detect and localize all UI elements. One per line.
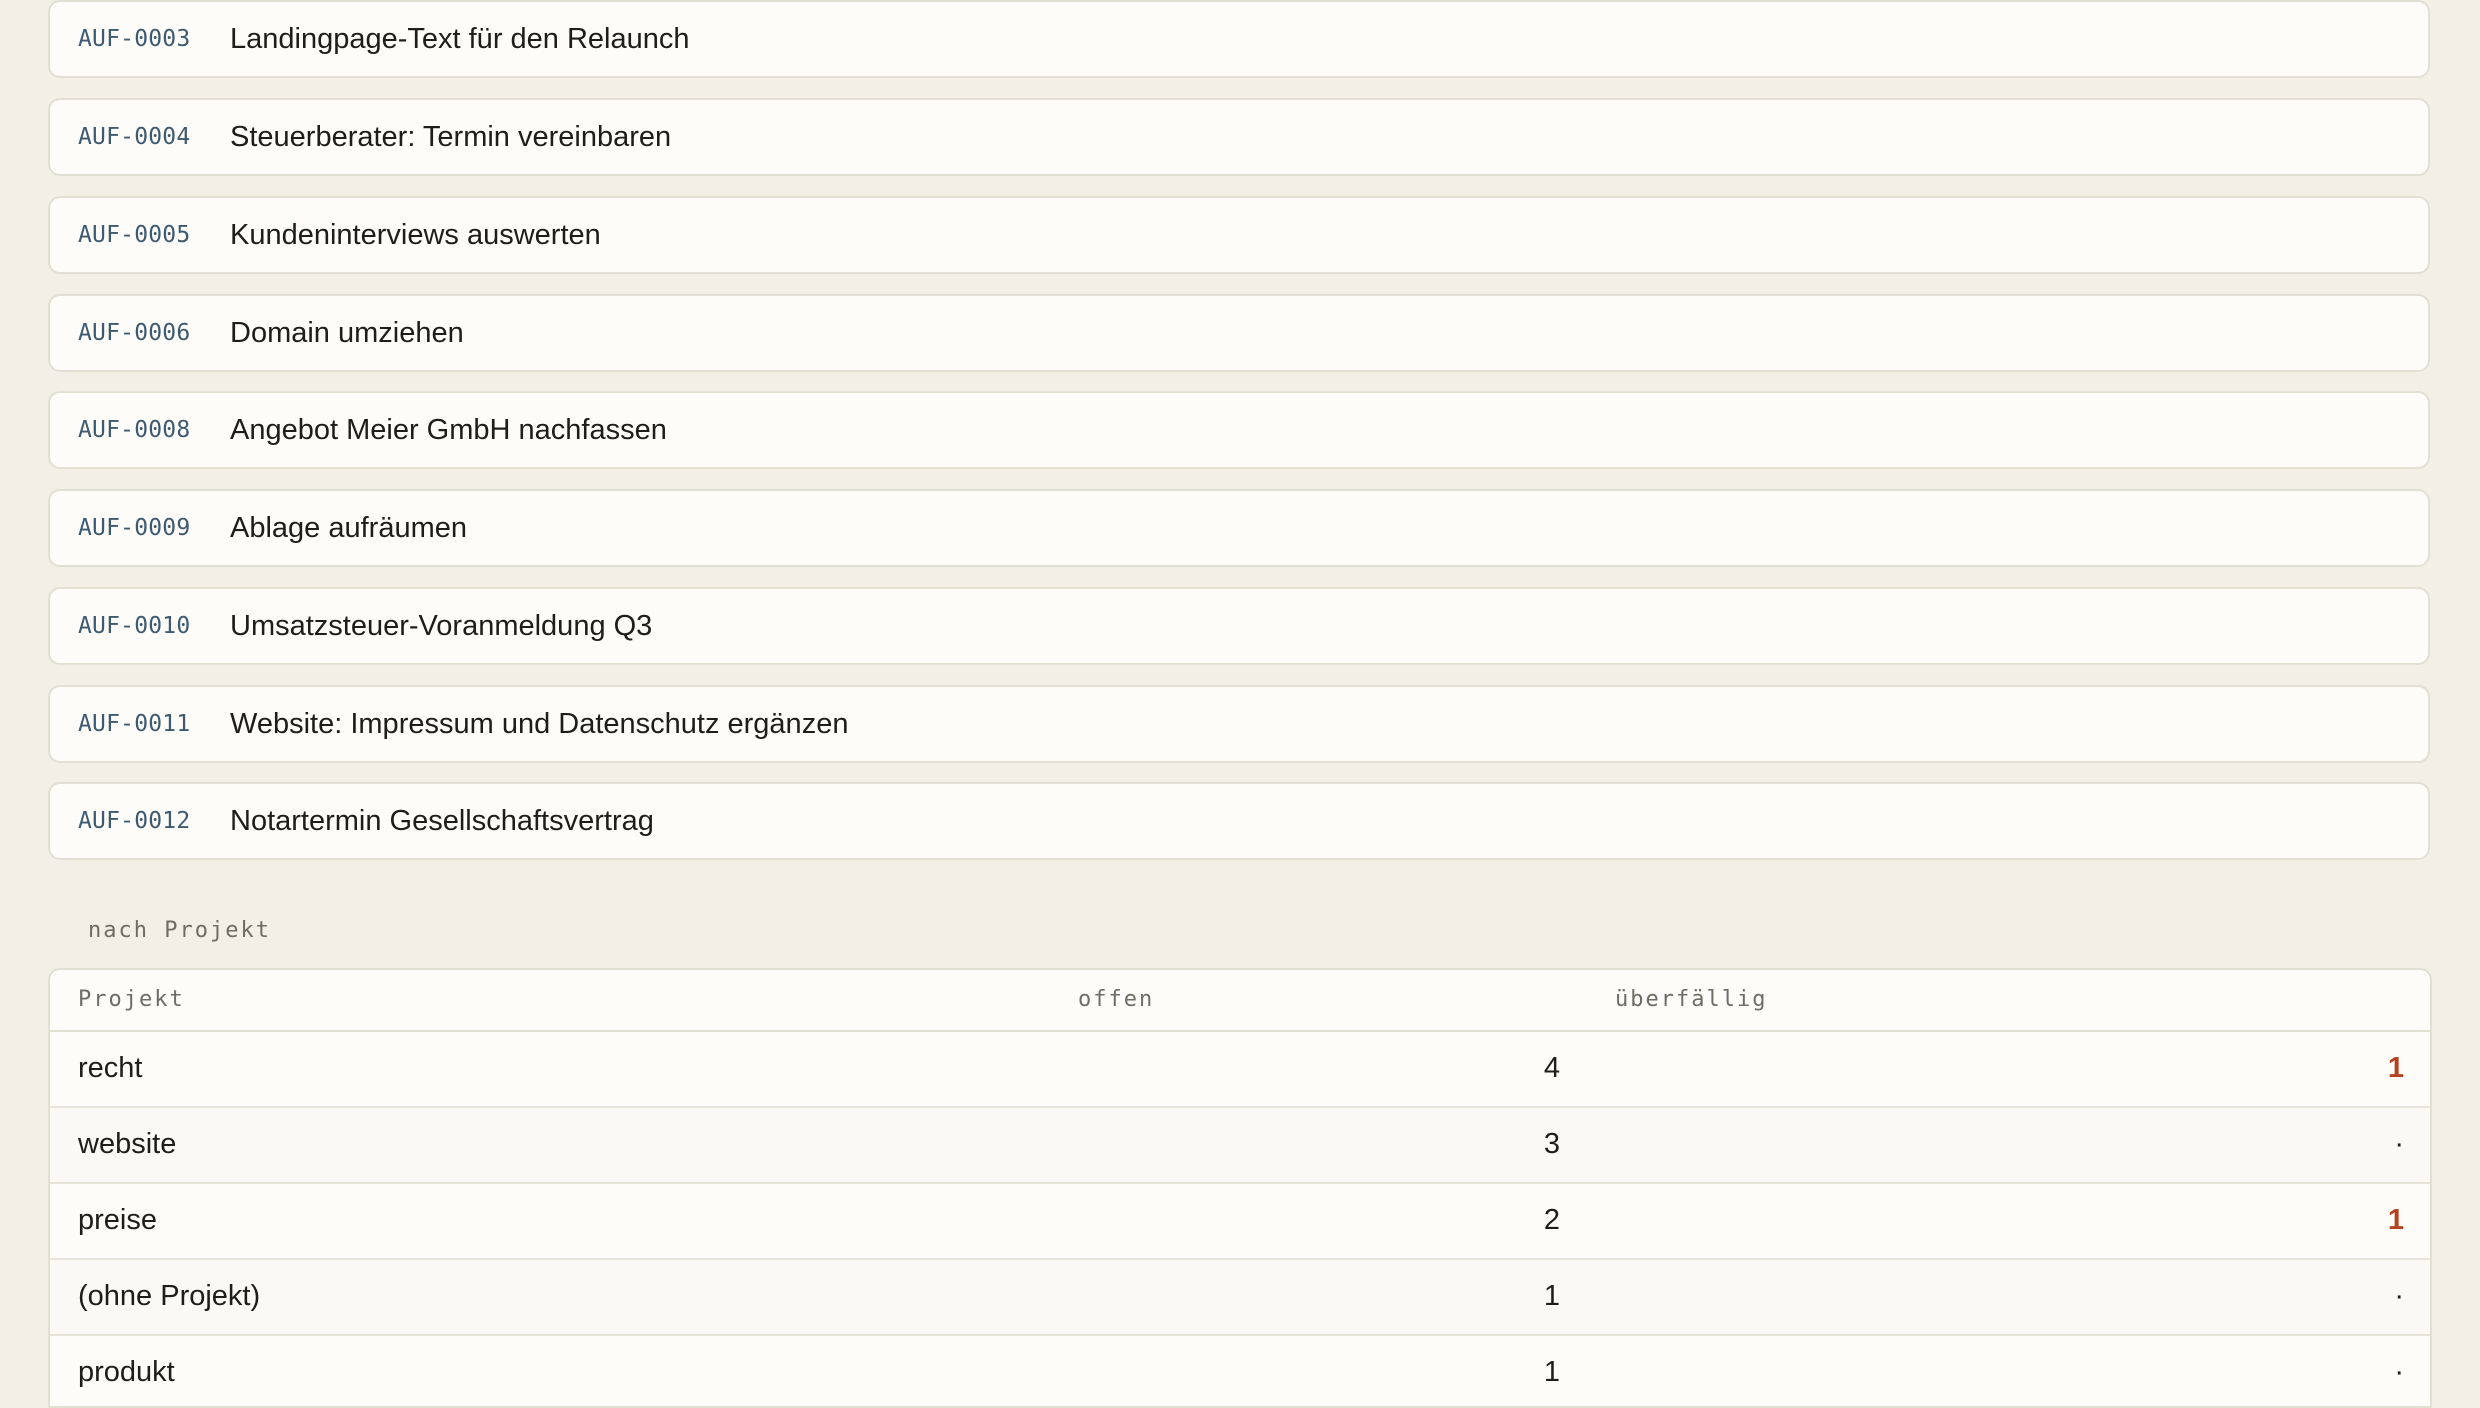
open-count: 1	[1543, 1280, 1560, 1312]
task-title: Kundeninterviews auswerten	[230, 218, 601, 251]
table-row[interactable]: produkt 1 ·	[50, 1336, 2430, 1406]
task-row[interactable]: AUF-0012 Notartermin Gesellschaftsvertra…	[48, 782, 2430, 860]
task-row[interactable]: AUF-0004 Steuerberater: Termin vereinbar…	[48, 98, 2430, 176]
table-row[interactable]: (ohne Projekt) 1 ·	[50, 1260, 2430, 1336]
overdue-count: ·	[2394, 1280, 2404, 1312]
overdue-count: 1	[2387, 1204, 2404, 1236]
table-row[interactable]: recht 4 1	[50, 1032, 2430, 1108]
task-title: Umsatzsteuer-Voranmeldung Q3	[230, 609, 653, 642]
task-title: Ablage aufräumen	[230, 511, 467, 544]
task-id: AUF-0005	[78, 222, 191, 248]
task-row[interactable]: AUF-0010 Umsatzsteuer-Voranmeldung Q3	[48, 587, 2430, 665]
project-name: website	[78, 1128, 177, 1160]
task-id: AUF-0008	[78, 417, 191, 443]
table-header: Projekt offen überfällig	[50, 970, 2430, 1032]
project-name: recht	[78, 1052, 143, 1084]
task-id: AUF-0006	[78, 320, 191, 346]
task-id: AUF-0011	[78, 711, 191, 737]
task-title: Notartermin Gesellschaftsvertrag	[230, 804, 654, 837]
header-overdue: überfällig	[1615, 987, 1768, 1012]
open-count: 3	[1543, 1128, 1560, 1160]
open-count: 4	[1543, 1052, 1560, 1084]
open-count: 1	[1543, 1356, 1560, 1388]
task-title: Angebot Meier GmbH nachfassen	[230, 413, 667, 446]
task-row[interactable]: AUF-0005 Kundeninterviews auswerten	[48, 196, 2430, 274]
task-id: AUF-0009	[78, 515, 191, 541]
section-label-by-project: nach Projekt	[88, 918, 271, 943]
table-row[interactable]: preise 2 1	[50, 1184, 2430, 1260]
task-id: AUF-0012	[78, 808, 191, 834]
project-name: produkt	[78, 1356, 175, 1388]
task-id: AUF-0003	[78, 26, 191, 52]
overdue-count: ·	[2394, 1356, 2404, 1388]
open-count: 2	[1543, 1204, 1560, 1236]
task-row[interactable]: AUF-0009 Ablage aufräumen	[48, 489, 2430, 567]
project-name: (ohne Projekt)	[78, 1280, 261, 1312]
task-row[interactable]: AUF-0011 Website: Impressum und Datensch…	[48, 685, 2430, 763]
task-id: AUF-0004	[78, 124, 191, 150]
overdue-count: ·	[2394, 1128, 2404, 1160]
header-open: offen	[1078, 987, 1155, 1012]
task-id: AUF-0010	[78, 613, 191, 639]
header-project: Projekt	[78, 987, 185, 1012]
task-row[interactable]: AUF-0006 Domain umziehen	[48, 294, 2430, 372]
project-name: preise	[78, 1204, 157, 1236]
table-row[interactable]: website 3 ·	[50, 1108, 2430, 1184]
task-row[interactable]: AUF-0003 Landingpage-Text für den Relaun…	[48, 0, 2430, 78]
overdue-count: 1	[2387, 1052, 2404, 1084]
task-title: Steuerberater: Termin vereinbaren	[230, 120, 672, 153]
task-title: Landingpage-Text für den Relaunch	[230, 22, 690, 55]
project-table: Projekt offen überfällig recht 4 1 websi…	[48, 968, 2432, 1408]
task-title: Website: Impressum und Datenschutz ergän…	[230, 707, 849, 740]
task-title: Domain umziehen	[230, 316, 464, 349]
task-row[interactable]: AUF-0008 Angebot Meier GmbH nachfassen	[48, 391, 2430, 469]
